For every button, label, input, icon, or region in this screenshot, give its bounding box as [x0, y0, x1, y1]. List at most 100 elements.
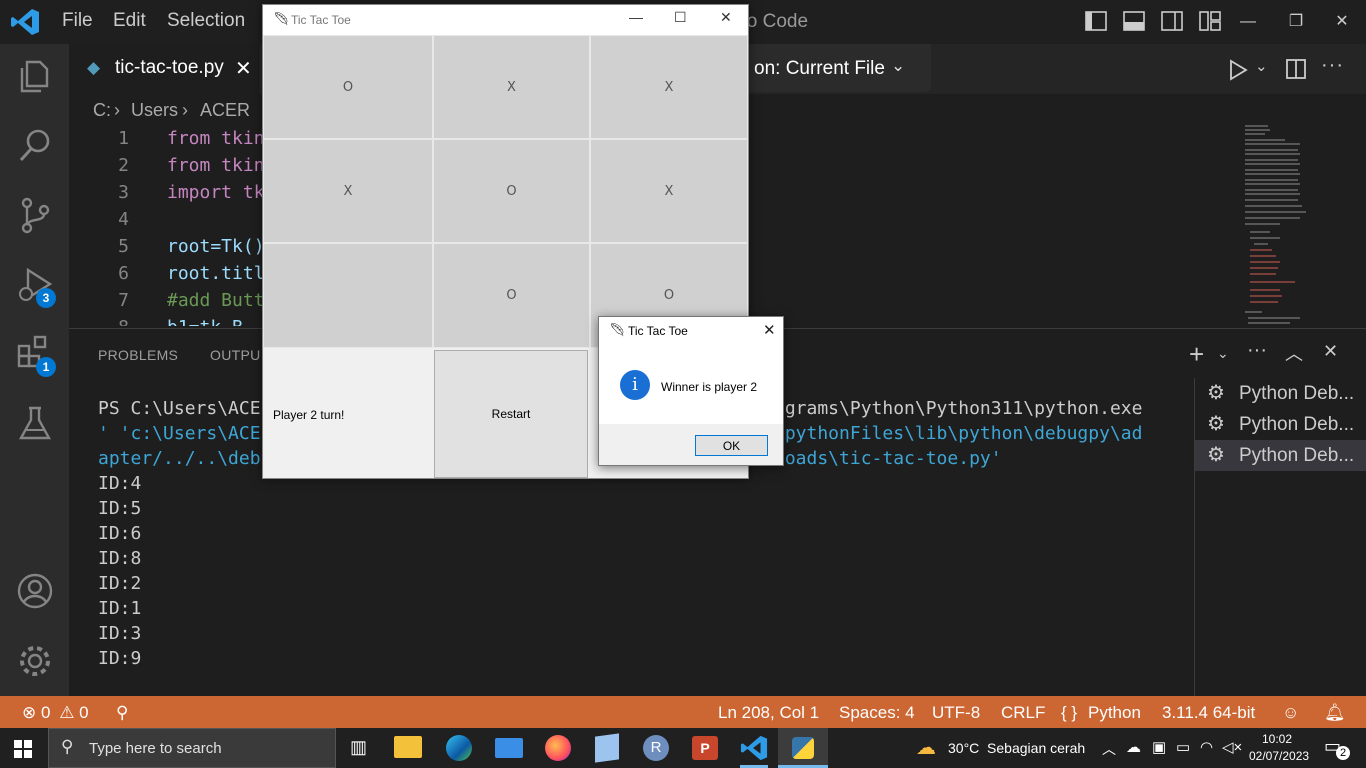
- close-icon[interactable]: ✕: [720, 9, 732, 26]
- encoding[interactable]: UTF-8: [932, 703, 980, 723]
- cursor-position[interactable]: Ln 208, Col 1: [718, 703, 819, 723]
- line-number: 8: [69, 317, 129, 326]
- accounts-icon[interactable]: [14, 570, 56, 612]
- wifi-icon[interactable]: ◠: [1200, 738, 1213, 756]
- dialog-message: Winner is player 2: [661, 380, 758, 394]
- more-actions-icon[interactable]: ···: [1321, 54, 1344, 77]
- r-app-icon[interactable]: R: [643, 735, 669, 761]
- notification-count-badge: 2: [1336, 746, 1350, 760]
- debug-icon: ⚙: [1207, 444, 1225, 466]
- search-icon[interactable]: [14, 124, 56, 166]
- terminal-menu-chevron-icon[interactable]: ⌄: [1217, 345, 1229, 362]
- menu-file[interactable]: File: [62, 10, 93, 32]
- close-icon[interactable]: ✕: [1322, 8, 1362, 36]
- board-cell-1[interactable]: O: [263, 35, 433, 139]
- weather-text[interactable]: 30°C Sebagian cerah: [948, 740, 1085, 756]
- board-cell-8[interactable]: O: [433, 243, 590, 348]
- terminal-item-label: Python Deb...: [1239, 445, 1355, 466]
- customize-layout-icon[interactable]: [1198, 10, 1222, 32]
- terminal-line: \pythonFiles\lib\python\debugpy\ad: [774, 423, 1143, 444]
- explorer-icon[interactable]: [14, 54, 56, 96]
- restart-button[interactable]: Restart: [434, 350, 588, 478]
- tab-output[interactable]: OUTPU: [210, 347, 261, 363]
- indentation[interactable]: Spaces: 4: [839, 703, 915, 723]
- firefox-icon[interactable]: [545, 735, 571, 761]
- minimap[interactable]: [1240, 120, 1355, 325]
- new-terminal-icon[interactable]: +: [1189, 339, 1204, 370]
- board-cell-2[interactable]: X: [433, 35, 590, 139]
- breadcrumb-separator-icon: ›: [114, 100, 120, 120]
- feedback-icon[interactable]: ☺: [1282, 703, 1299, 723]
- line-ending[interactable]: CRLF: [1001, 703, 1045, 723]
- run-icon[interactable]: [1227, 59, 1249, 81]
- terminal-output-line: ID:8: [98, 548, 142, 569]
- battery-icon[interactable]: ▭: [1176, 738, 1190, 756]
- volume-muted-icon[interactable]: ◁×: [1222, 738, 1242, 756]
- clock-time[interactable]: 10:02: [1262, 732, 1292, 746]
- more-actions-icon[interactable]: ···: [1247, 339, 1267, 362]
- maximize-panel-icon[interactable]: ︿: [1285, 340, 1303, 366]
- settings-gear-icon[interactable]: [14, 640, 56, 682]
- tk-titlebar: 🪶︎ Tic Tac Toe — ☐ ✕: [263, 5, 748, 35]
- breadcrumb-users[interactable]: Users: [131, 100, 178, 121]
- breadcrumb-drive[interactable]: C:: [93, 100, 111, 121]
- board-cell-3[interactable]: X: [590, 35, 748, 139]
- terminal-item-selected[interactable]: ⚙ Python Deb...: [1195, 440, 1366, 471]
- toggle-panel-icon[interactable]: [1122, 10, 1146, 32]
- vscode-taskbar-icon[interactable]: [740, 734, 768, 762]
- menu-edit[interactable]: Edit: [113, 10, 146, 32]
- close-panel-icon[interactable]: ✕: [1323, 341, 1338, 362]
- toggle-sidebar-icon[interactable]: [1084, 10, 1108, 32]
- run-menu-chevron-icon[interactable]: ⌄: [1255, 57, 1268, 75]
- tk-window-title: Tic Tac Toe: [291, 13, 351, 27]
- code-line: from tkin: [167, 155, 265, 176]
- terminal-output-line: ID:9: [98, 648, 142, 669]
- minimize-icon[interactable]: —: [629, 9, 643, 25]
- breadcrumb-acer[interactable]: ACER: [200, 100, 250, 121]
- terminal-item[interactable]: ⚙ Python Deb...: [1195, 378, 1366, 409]
- board-cell-7[interactable]: [263, 243, 433, 348]
- winner-dialog: 🪶︎ Tic Tac Toe ✕ i Winner is player 2 OK: [598, 316, 784, 466]
- terminal-item[interactable]: ⚙ Python Deb...: [1195, 409, 1366, 440]
- clock-date[interactable]: 02/07/2023: [1249, 749, 1309, 763]
- debug-status-icon[interactable]: ⚲: [116, 703, 128, 723]
- meet-now-icon[interactable]: ▣: [1152, 738, 1166, 756]
- menu-selection[interactable]: Selection: [167, 10, 245, 32]
- powerpoint-icon[interactable]: P: [692, 736, 718, 760]
- python-taskbar-active[interactable]: [778, 728, 828, 768]
- cloud-sync-icon[interactable]: ☁: [1126, 738, 1141, 756]
- minimize-icon[interactable]: —: [1228, 8, 1268, 36]
- board-cell-6[interactable]: X: [590, 139, 748, 243]
- source-control-icon[interactable]: [14, 194, 56, 236]
- chevron-up-icon[interactable]: ︿: [1102, 739, 1116, 759]
- line-number: 4: [118, 209, 129, 230]
- tab-close-icon[interactable]: ✕: [235, 56, 252, 81]
- restore-icon[interactable]: ❐: [1276, 8, 1316, 36]
- line-number: 6: [118, 263, 129, 284]
- file-explorer-icon[interactable]: [394, 736, 422, 758]
- board-cell-4[interactable]: X: [263, 139, 433, 243]
- windows-start-icon[interactable]: [14, 740, 32, 758]
- split-editor-icon[interactable]: [1285, 58, 1307, 80]
- python-interpreter[interactable]: 3.11.4 64-bit: [1162, 703, 1255, 723]
- testing-icon[interactable]: [14, 402, 56, 444]
- close-icon[interactable]: ✕: [763, 321, 776, 339]
- toggle-secondary-sidebar-icon[interactable]: [1160, 10, 1184, 32]
- tab-problems[interactable]: PROBLEMS: [98, 347, 178, 363]
- language-mode[interactable]: Python: [1088, 703, 1141, 723]
- virtualbox-icon[interactable]: [595, 733, 619, 763]
- notifications-bell-icon[interactable]: 🔔︎: [1324, 703, 1346, 723]
- code-line: root=Tk(): [167, 236, 265, 257]
- tab-tic-tac-toe[interactable]: ◆ tic-tac-toe.py ✕: [69, 44, 259, 94]
- errors-indicator[interactable]: ⊗ 0 ⚠ 0: [22, 703, 89, 723]
- terminal-list: ⚙ Python Deb... ⚙ Python Deb... ⚙ Python…: [1194, 378, 1366, 696]
- mail-icon[interactable]: [495, 738, 523, 758]
- edge-browser-icon[interactable]: [446, 735, 472, 761]
- python-icon: [792, 737, 814, 759]
- ok-button[interactable]: OK: [695, 435, 768, 456]
- taskbar-search[interactable]: ⚲ Type here to search: [48, 728, 336, 768]
- line-number: 1: [118, 128, 129, 149]
- board-cell-5[interactable]: O: [433, 139, 590, 243]
- maximize-icon[interactable]: ☐: [674, 9, 687, 26]
- task-view-icon[interactable]: ▥: [350, 737, 367, 758]
